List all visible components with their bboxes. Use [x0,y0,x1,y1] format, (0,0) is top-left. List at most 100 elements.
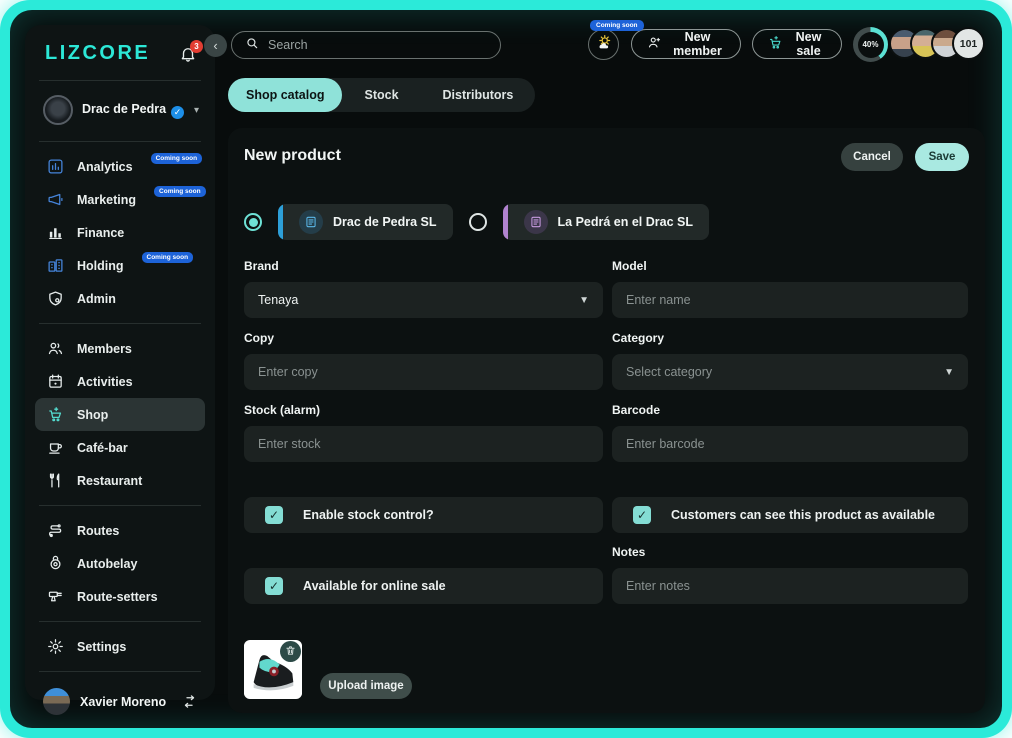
notification-count-badge: 3 [190,40,203,53]
stock-label: Stock (alarm) [244,403,603,417]
new-member-button[interactable]: New member [631,29,741,59]
calendar-icon [47,373,64,390]
person-add-icon [647,35,662,53]
invoice-icon [524,210,548,234]
save-button[interactable]: Save [915,143,969,171]
sidebar-header: LIZCORE 3 [25,25,215,74]
sidebar-nav: Routes Autobelay Route-setters [25,512,215,615]
radio-company-1[interactable] [244,213,262,231]
online-sale-checkbox[interactable] [265,577,283,595]
org-name: Drac de Pedra✓ [82,102,184,119]
page-title: New product [244,147,341,165]
company-selector: Drac de Pedra SL La Pedrá en el Drac SL [244,204,709,240]
divider [39,141,201,142]
sidebar-item-cafe-bar[interactable]: Café-bar [35,431,205,464]
notifications-bell-icon[interactable]: 3 [179,45,197,63]
model-field [612,282,968,318]
app-window: LIZCORE 3 Drac de Pedra✓ ▾ Analytics Com… [10,10,1002,728]
cart-icon [768,35,783,53]
coffee-cup-icon [47,439,64,456]
tab-stock[interactable]: Stock [342,78,420,112]
sidebar-item-route-setters[interactable]: Route-setters [35,580,205,613]
chevron-down-icon: ▼ [579,295,589,306]
company-chip-2[interactable]: La Pedrá en el Drac SL [503,204,709,240]
barcode-input[interactable] [626,437,954,451]
user-avatar [43,688,70,715]
sidebar-item-activities[interactable]: Activities [35,365,205,398]
radio-company-2[interactable] [469,213,487,231]
divider [39,80,201,81]
device-frame: LIZCORE 3 Drac de Pedra✓ ▾ Analytics Com… [0,0,1012,738]
notes-input[interactable] [626,579,954,593]
stock-control-checkbox-panel: Enable stock control? [244,497,603,533]
sidebar-nav: Settings [25,628,215,665]
divider [39,505,201,506]
sidebar-item-admin[interactable]: Admin [35,282,205,315]
sidebar-item-analytics[interactable]: Analytics Coming soon [35,150,205,183]
sidebar-item-marketing[interactable]: Marketing Coming soon [35,183,205,216]
new-sale-button[interactable]: New sale [752,29,842,59]
visible-to-customers-checkbox-panel: Customers can see this product as availa… [612,497,968,533]
company-accent-bar [278,204,283,240]
sidebar-item-settings[interactable]: Settings [35,630,205,663]
sidebar-item-restaurant[interactable]: Restaurant [35,464,205,497]
brand-logo: LIZCORE [45,42,150,65]
brand-select[interactable]: Tenaya ▼ [244,282,603,318]
sidebar-item-finance[interactable]: Finance [35,216,205,249]
category-select[interactable]: Select category ▼ [612,354,968,390]
verified-badge-icon: ✓ [171,106,184,119]
sidebar-collapse-button[interactable]: ‹ [204,34,227,57]
divider [39,323,201,324]
copy-input[interactable] [258,365,589,379]
sidebar-nav: Analytics Coming soon Marketing Coming s… [25,148,215,317]
company-chip-1[interactable]: Drac de Pedra SL [278,204,453,240]
stock-control-checkbox[interactable] [265,506,283,524]
members-avatar-stack[interactable]: 101 [889,28,985,60]
visible-to-customers-checkbox[interactable] [633,506,651,524]
divider [39,621,201,622]
category-label: Category [612,331,968,345]
stock-input[interactable] [258,437,589,451]
upload-image-button[interactable]: Upload image [320,673,412,699]
stock-field [244,426,603,462]
new-product-card: New product Cancel Save Drac de Pedra SL… [228,128,985,713]
megaphone-icon [47,191,64,208]
sidebar-item-autobelay[interactable]: Autobelay [35,547,205,580]
delete-image-button[interactable] [280,641,301,662]
invoice-icon [299,210,323,234]
search-input[interactable] [268,38,487,52]
barcode-label: Barcode [612,403,968,417]
trash-icon [285,643,296,661]
tab-shop-catalog[interactable]: Shop catalog [228,78,342,112]
tab-distributors[interactable]: Distributors [421,78,536,112]
coming-soon-badge: Coming soon [590,20,644,31]
cart-plus-icon [47,406,64,423]
bar-chart-icon [47,224,64,241]
capacity-progress-ring[interactable]: 40% [853,27,888,62]
search-icon [245,36,259,55]
sidebar-item-shop[interactable]: Shop [35,398,205,431]
shield-icon [47,290,64,307]
org-avatar [43,95,73,125]
coming-soon-badge: Coming soon [142,252,194,263]
chevron-down-icon: ▼ [944,367,954,378]
gear-icon [47,638,64,655]
chevron-down-icon: ▾ [194,105,199,116]
search-bar[interactable] [231,31,501,59]
coming-soon-badge: Coming soon [154,186,206,197]
sidebar-item-holding[interactable]: Holding Coming soon [35,249,205,282]
notes-label: Notes [612,545,968,559]
sidebar-item-routes[interactable]: Routes [35,514,205,547]
model-input[interactable] [626,293,954,307]
analytics-icon [47,158,64,175]
drill-icon [47,588,64,605]
org-selector[interactable]: Drac de Pedra✓ ▾ [25,87,215,135]
capacity-progress-value: 40% [858,32,884,58]
weather-button[interactable] [588,29,619,60]
user-name: Xavier Moreno [80,695,166,709]
shop-tabs: Shop catalog Stock Distributors [228,78,535,112]
cancel-button[interactable]: Cancel [841,143,903,171]
switch-user-icon[interactable] [182,694,197,709]
sidebar-item-members[interactable]: Members [35,332,205,365]
current-user[interactable]: Xavier Moreno [25,678,215,728]
